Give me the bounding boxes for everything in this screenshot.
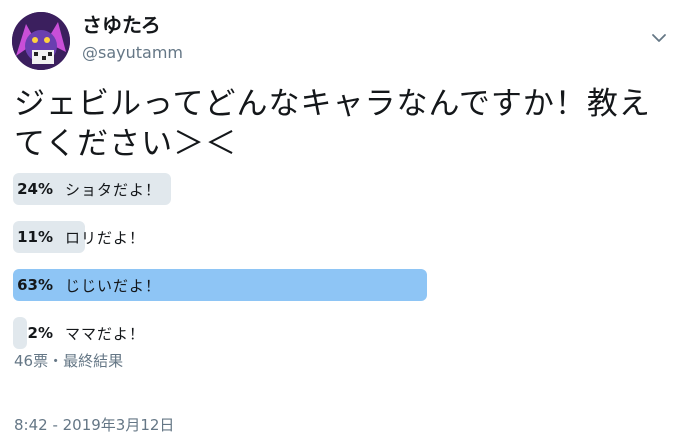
poll-label: じじいだよ！ [65,276,162,295]
poll-percent: 63% [17,276,53,294]
poll-option: 2% ママだよ！ [13,317,613,349]
poll-percent: 2% [27,324,53,342]
poll-percent: 11% [17,228,53,246]
poll-option: 24% ショタだよ！ [13,173,613,205]
poll-option: 63% じじいだよ！ [13,269,613,301]
chevron-down-icon[interactable] [651,30,667,46]
tweet-text: ジェビルってどんなキャラなんですか！教えてください＞＜ [14,86,651,162]
poll-label: ショタだよ！ [65,180,162,199]
avatar-icon [12,12,70,70]
poll-summary: 46票・最終結果 [14,352,124,370]
poll-label: ママだよ！ [65,324,146,343]
display-name[interactable]: さゆたろ [82,12,161,38]
poll-percent: 24% [17,180,53,198]
timestamp[interactable]: 8:42 - 2019年3月12日 [14,414,174,435]
avatar[interactable] [12,12,70,70]
user-handle[interactable]: @sayutamm [82,43,183,63]
poll-label: ロリだよ！ [65,228,146,247]
poll: 24% ショタだよ！ 11% ロリだよ！ 63% じじいだよ！ 2% ママだよ！ [13,173,613,365]
poll-option: 11% ロリだよ！ [13,221,613,253]
